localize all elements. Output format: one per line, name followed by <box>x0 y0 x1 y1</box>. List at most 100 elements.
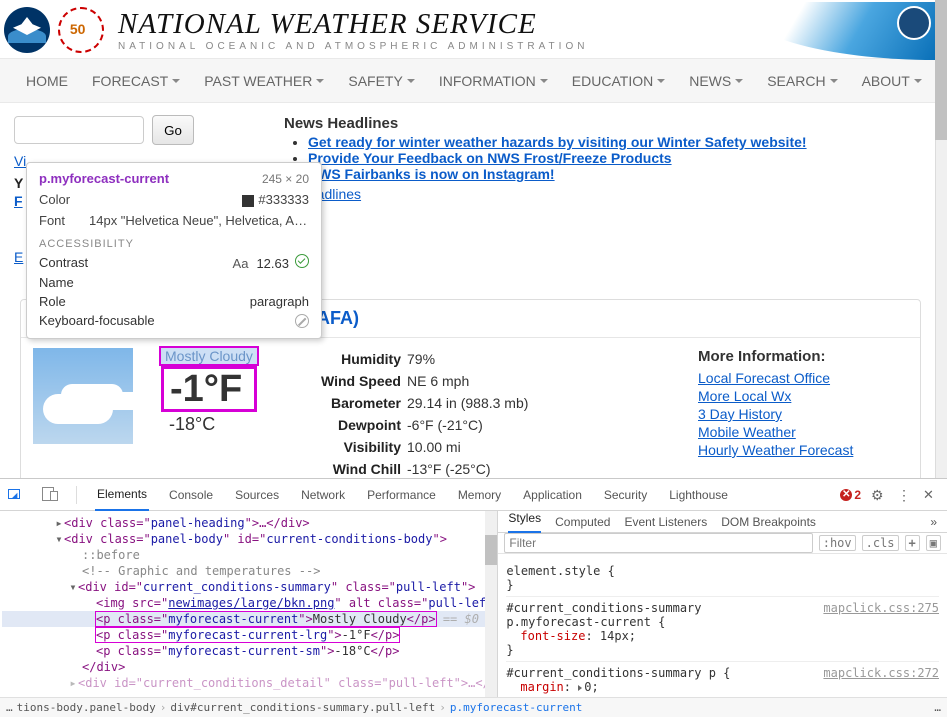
crumb-summary[interactable]: div#current_conditions-summary.pull-left <box>170 701 435 714</box>
link-3day-history[interactable]: 3 Day History <box>698 405 908 423</box>
nav-search[interactable]: SEARCH <box>767 73 837 89</box>
elements-scrollbar[interactable] <box>485 511 497 697</box>
go-button[interactable]: Go <box>152 115 194 145</box>
site-title-block: NATIONAL WEATHER SERVICE NATIONAL OCEANI… <box>118 8 588 52</box>
el-img-src[interactable]: newimages/large/bkn.png <box>168 596 334 610</box>
nav-about-label: ABOUT <box>862 73 910 89</box>
elements-scrollbar-thumb[interactable] <box>485 535 497 565</box>
styles-tab-styles[interactable]: Styles <box>508 511 541 533</box>
rule3-prop-name: margin <box>520 680 563 694</box>
headline-winter-safety[interactable]: Get ready for winter weather hazards by … <box>308 134 807 150</box>
page-scrollbar-thumb[interactable] <box>935 0 947 140</box>
nav-home[interactable]: HOME <box>26 73 68 89</box>
nav-forecast[interactable]: FORECAST <box>92 73 180 89</box>
link-mobile-weather[interactable]: Mobile Weather <box>698 423 908 441</box>
hov-toggle[interactable]: :hov <box>819 535 856 551</box>
el-idv: current_conditions-summary <box>143 580 331 594</box>
tooltip-contrast-label: Contrast <box>39 255 88 270</box>
tooltip-color-value: #333333 <box>258 192 309 207</box>
site-header: NATIONAL WEATHER SERVICE NATIONAL OCEANI… <box>0 0 947 58</box>
style-rules[interactable]: element.style { } mapclick.css:275 #curr… <box>498 554 947 704</box>
caret-down-icon <box>914 79 922 83</box>
headline-fairbanks-instagram[interactable]: NWS Fairbanks is now on Instagram! <box>308 166 555 182</box>
shorthand-expand-icon[interactable] <box>578 685 582 691</box>
nav-safety[interactable]: SAFETY <box>348 73 414 89</box>
el-open: <div class=" <box>64 532 151 546</box>
headline-frost-feedback[interactable]: Provide Your Feedback on NWS Frost/Freez… <box>308 150 672 166</box>
en-espanol-link-truncated[interactable]: E <box>14 249 23 265</box>
link-more-local-wx[interactable]: More Local Wx <box>698 387 908 405</box>
nav-search-label: SEARCH <box>767 73 825 89</box>
el-mid: "> <box>327 628 341 642</box>
elements-tree[interactable]: ▸<div class="panel-heading">…</div> ▾<di… <box>0 511 498 697</box>
styles-tab-dom-breakpoints[interactable]: DOM Breakpoints <box>721 515 816 529</box>
tab-memory[interactable]: Memory <box>456 480 503 510</box>
tooltip-name-label: Name <box>39 275 74 290</box>
link-local-forecast-office[interactable]: Local Forecast Office <box>698 369 908 387</box>
el-pseudo-before: ::before <box>82 548 140 562</box>
el-open: <div class=" <box>64 516 151 530</box>
nav-education[interactable]: EDUCATION <box>572 73 665 89</box>
page-scrollbar[interactable] <box>935 0 947 478</box>
device-toolbar-icon[interactable] <box>42 487 58 503</box>
nav-news[interactable]: NEWS <box>689 73 743 89</box>
tooltip-contrast-aa: Aa <box>233 256 249 271</box>
rule2-selector-l2: p.myforecast-current { <box>506 615 939 629</box>
view-link-truncated[interactable]: Vi <box>14 153 26 169</box>
caret-down-icon <box>540 79 548 83</box>
tab-application[interactable]: Application <box>521 480 584 510</box>
toggle-layout-icon[interactable] <box>926 535 941 551</box>
link-hourly-forecast[interactable]: Hourly Weather Forecast <box>698 441 908 459</box>
tab-elements[interactable]: Elements <box>95 479 149 511</box>
check-circle-icon <box>295 254 309 268</box>
rule-source-link[interactable]: mapclick.css:275 <box>823 601 939 615</box>
el-attrv: pull-left <box>428 596 493 610</box>
kebab-menu-icon[interactable] <box>897 487 913 503</box>
crumb-panel-body[interactable]: tions-body.panel-body <box>17 701 156 714</box>
cls-toggle[interactable]: .cls <box>862 535 899 551</box>
caret-down-icon <box>735 79 743 83</box>
el-open: <p class=" <box>96 644 168 658</box>
new-style-rule-icon[interactable] <box>905 535 920 551</box>
tab-console[interactable]: Console <box>167 480 215 510</box>
rule-elementstyle: element.style { <box>506 564 939 578</box>
el-text: Mostly Cloudy <box>313 612 407 626</box>
styles-filter-input[interactable] <box>504 533 812 553</box>
gear-icon[interactable] <box>871 487 887 503</box>
el-idlabel: " id=" <box>223 532 266 546</box>
location-search-input[interactable] <box>14 116 144 144</box>
nav-past-label: PAST WEATHER <box>204 73 312 89</box>
el-attrv: panel-body <box>151 532 223 546</box>
close-devtools-icon[interactable] <box>923 487 939 503</box>
tab-lighthouse[interactable]: Lighthouse <box>667 480 730 510</box>
el-mid: "> <box>298 612 312 626</box>
tooltip-role-label: Role <box>39 294 66 309</box>
crumb-current[interactable]: p.myforecast-current <box>450 701 582 714</box>
el-open: <div id=" <box>78 580 143 594</box>
tab-network[interactable]: Network <box>299 480 347 510</box>
el-attrv: myforecast-current-sm <box>168 644 320 658</box>
styles-tab-computed[interactable]: Computed <box>555 515 610 529</box>
error-count: 2 <box>854 488 861 502</box>
nws-emblem-icon[interactable] <box>897 6 931 40</box>
tab-sources[interactable]: Sources <box>233 480 281 510</box>
local-office-link-truncated[interactable]: F <box>14 193 23 209</box>
inspect-element-icon[interactable] <box>8 487 24 503</box>
el-open: <p class=" <box>96 612 168 626</box>
nav-past-weather[interactable]: PAST WEATHER <box>204 73 324 89</box>
error-count-badge[interactable]: ✕2 <box>840 488 861 502</box>
tab-performance[interactable]: Performance <box>365 480 438 510</box>
styles-tab-event-listeners[interactable]: Event Listeners <box>624 515 707 529</box>
rule-source-link[interactable]: mapclick.css:272 <box>823 666 939 680</box>
tab-security[interactable]: Security <box>602 480 649 510</box>
noaa-logo-group[interactable] <box>4 7 104 55</box>
el-attrv: pull-left <box>396 580 461 594</box>
nav-information[interactable]: INFORMATION <box>439 73 548 89</box>
caret-down-icon <box>830 79 838 83</box>
caret-down-icon <box>657 79 665 83</box>
el-text: -1°F <box>342 628 371 642</box>
caret-down-icon <box>172 79 180 83</box>
nav-about[interactable]: ABOUT <box>862 73 922 89</box>
more-tabs-icon[interactable]: » <box>930 515 937 529</box>
el-close: </p> <box>371 644 400 658</box>
